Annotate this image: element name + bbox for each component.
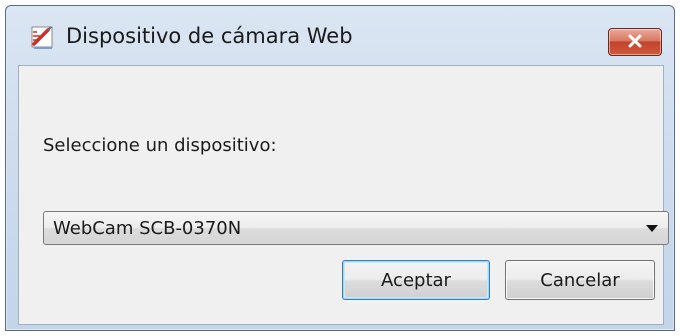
- window-title: Dispositivo de cámara Web: [66, 24, 353, 48]
- dialog-content: Seleccione un dispositivo: WebCam SCB-03…: [18, 65, 669, 325]
- chevron-down-icon: [646, 225, 658, 232]
- title-bar[interactable]: Dispositivo de cámara Web: [6, 6, 674, 66]
- pencil-ruler-icon: [30, 24, 56, 50]
- dialog-window: Dispositivo de cámara Web Seleccione un …: [5, 5, 675, 331]
- device-select[interactable]: WebCam SCB-0370N: [43, 211, 669, 245]
- device-prompt-label: Seleccione un dispositivo:: [43, 135, 277, 156]
- cancel-button[interactable]: Cancelar: [505, 260, 655, 300]
- device-select-value: WebCam SCB-0370N: [53, 218, 242, 239]
- close-icon: [627, 33, 643, 52]
- accept-button[interactable]: Aceptar: [342, 260, 490, 300]
- close-button[interactable]: [608, 28, 662, 56]
